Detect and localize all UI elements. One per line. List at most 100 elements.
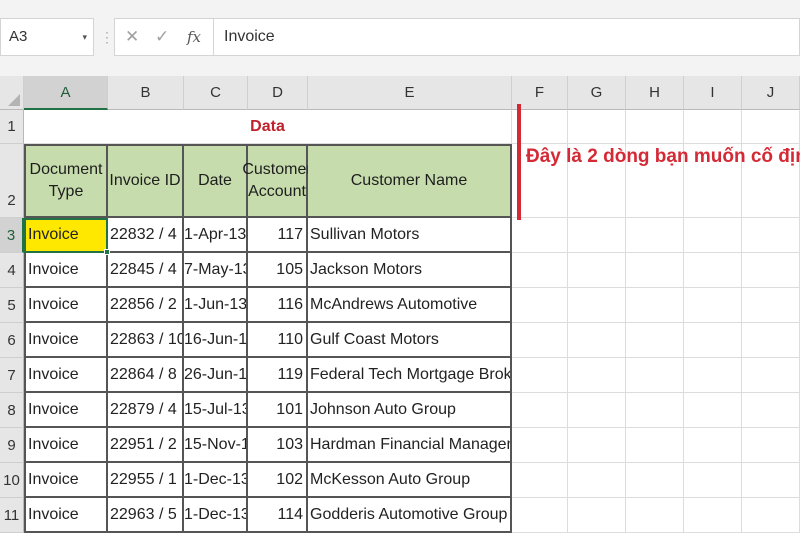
column-header-a[interactable]: A [24, 76, 108, 110]
table-cell[interactable]: 22856 / 2 [108, 288, 184, 323]
row-header-11[interactable]: 11 [0, 498, 24, 533]
table-cell[interactable]: 26-Jun-13 [184, 358, 248, 393]
row-header-8[interactable]: 8 [0, 393, 24, 428]
empty-cell[interactable] [626, 498, 684, 533]
empty-cell[interactable] [512, 463, 568, 498]
table-cell[interactable]: 22955 / 1 [108, 463, 184, 498]
empty-cell[interactable] [742, 288, 800, 323]
table-cell[interactable]: Sullivan Motors [308, 218, 512, 253]
chevron-down-icon[interactable]: ▾ [82, 19, 87, 55]
table-cell[interactable]: 105 [248, 253, 308, 288]
table-cell[interactable]: Jackson Motors [308, 253, 512, 288]
row-header-5[interactable]: 5 [0, 288, 24, 323]
table-cell[interactable]: Invoice [24, 463, 108, 498]
empty-cell[interactable] [684, 253, 742, 288]
table-cell[interactable]: McKesson Auto Group [308, 463, 512, 498]
empty-cell[interactable] [512, 428, 568, 463]
table-cell[interactable]: Invoice [24, 393, 108, 428]
column-header-b[interactable]: B [108, 76, 184, 110]
table-cell[interactable]: Invoice [24, 323, 108, 358]
empty-cell[interactable] [626, 288, 684, 323]
table-cell[interactable]: 1-Apr-13 [184, 218, 248, 253]
row-header-6[interactable]: 6 [0, 323, 24, 358]
empty-cell[interactable] [626, 463, 684, 498]
table-cell[interactable]: 110 [248, 323, 308, 358]
empty-cell[interactable] [568, 110, 626, 144]
column-header-g[interactable]: G [568, 76, 626, 110]
table-cell[interactable]: 114 [248, 498, 308, 533]
empty-cell[interactable] [742, 218, 800, 253]
column-header-h[interactable]: H [626, 76, 684, 110]
empty-cell[interactable] [568, 358, 626, 393]
table-cell[interactable]: 116 [248, 288, 308, 323]
empty-cell[interactable] [512, 288, 568, 323]
empty-cell[interactable] [626, 393, 684, 428]
table-cell[interactable]: Godderis Automotive Group [308, 498, 512, 533]
empty-cell[interactable] [626, 218, 684, 253]
empty-cell[interactable] [684, 463, 742, 498]
empty-cell[interactable] [626, 110, 684, 144]
empty-cell[interactable] [568, 393, 626, 428]
empty-cell[interactable] [684, 393, 742, 428]
empty-cell[interactable] [512, 253, 568, 288]
empty-cell[interactable] [626, 323, 684, 358]
empty-cell[interactable] [742, 393, 800, 428]
table-cell[interactable]: 119 [248, 358, 308, 393]
formula-input[interactable]: Invoice [214, 18, 800, 56]
empty-cell[interactable] [684, 428, 742, 463]
row-header-9[interactable]: 9 [0, 428, 24, 463]
row-header-7[interactable]: 7 [0, 358, 24, 393]
table-cell[interactable]: Invoice [24, 288, 108, 323]
check-icon[interactable]: ✓ [155, 19, 169, 55]
column-title-1[interactable]: Document Type [24, 144, 108, 218]
empty-cell[interactable] [742, 498, 800, 533]
column-header-i[interactable]: I [684, 76, 742, 110]
column-title-2[interactable]: Invoice ID [108, 144, 184, 218]
column-title-3[interactable]: Date [184, 144, 248, 218]
empty-cell[interactable] [512, 498, 568, 533]
table-cell[interactable]: 22951 / 2 [108, 428, 184, 463]
table-cell[interactable]: Invoice [24, 218, 108, 253]
empty-cell[interactable] [568, 288, 626, 323]
column-header-e[interactable]: E [308, 76, 512, 110]
empty-cell[interactable] [626, 358, 684, 393]
title-cell[interactable]: Data [24, 110, 512, 144]
empty-cell[interactable] [684, 218, 742, 253]
empty-cell[interactable] [742, 358, 800, 393]
empty-cell[interactable] [742, 428, 800, 463]
fill-handle[interactable] [104, 249, 110, 255]
empty-cell[interactable] [742, 323, 800, 358]
empty-cell[interactable] [568, 428, 626, 463]
name-box[interactable]: A3 ▾ [0, 18, 94, 56]
empty-cell[interactable] [568, 323, 626, 358]
select-all-corner[interactable] [0, 76, 24, 110]
table-cell[interactable]: Johnson Auto Group [308, 393, 512, 428]
table-cell[interactable]: 117 [248, 218, 308, 253]
table-cell[interactable]: 22963 / 5 [108, 498, 184, 533]
table-cell[interactable]: 1-Jun-13 [184, 288, 248, 323]
empty-cell[interactable] [512, 323, 568, 358]
table-cell[interactable]: Hardman Financial Management [308, 428, 512, 463]
cancel-icon[interactable]: ✕ [125, 19, 139, 55]
table-cell[interactable]: 22845 / 4 [108, 253, 184, 288]
table-cell[interactable]: McAndrews Automotive [308, 288, 512, 323]
table-cell[interactable]: 16-Jun-13 [184, 323, 248, 358]
table-cell[interactable]: 15-Nov-13 [184, 428, 248, 463]
empty-cell[interactable] [512, 218, 568, 253]
table-cell[interactable]: 102 [248, 463, 308, 498]
empty-cell[interactable] [684, 110, 742, 144]
table-cell[interactable]: 22832 / 4 [108, 218, 184, 253]
table-cell[interactable]: 15-Jul-13 [184, 393, 248, 428]
column-header-c[interactable]: C [184, 76, 248, 110]
table-cell[interactable]: 1-Dec-13 [184, 463, 248, 498]
table-cell[interactable]: 103 [248, 428, 308, 463]
empty-cell[interactable] [568, 463, 626, 498]
column-header-j[interactable]: J [742, 76, 800, 110]
table-cell[interactable]: Federal Tech Mortgage Brokers [308, 358, 512, 393]
table-cell[interactable]: 7-May-13 [184, 253, 248, 288]
empty-cell[interactable] [568, 218, 626, 253]
empty-cell[interactable] [512, 358, 568, 393]
empty-cell[interactable] [742, 253, 800, 288]
row-header-2[interactable]: 2 [0, 144, 24, 218]
table-cell[interactable]: Invoice [24, 358, 108, 393]
